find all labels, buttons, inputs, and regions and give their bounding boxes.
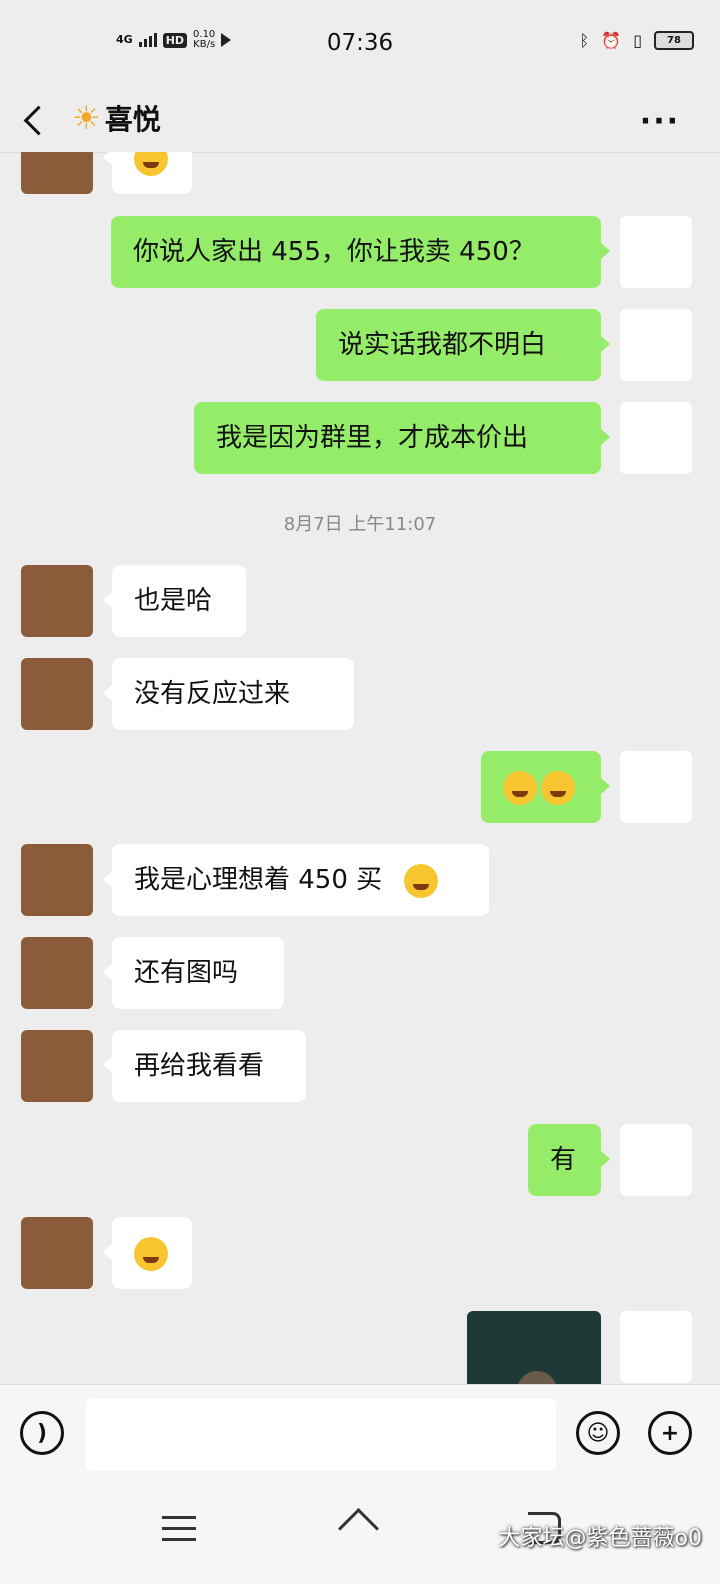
laughing-crying-emoji-icon xyxy=(541,770,575,805)
crying-emoji-icon xyxy=(134,152,168,176)
chat-list[interactable]: 你说人家出 455，你让我卖 450？ 说实话我都不明白 我是因为群里，才成本价… xyxy=(0,152,720,1384)
message-bubble-incoming[interactable]: 还有图吗 xyxy=(103,937,284,1009)
hand-over-mouth-emoji-icon xyxy=(134,1236,168,1271)
chat-title-text: 喜悦 xyxy=(104,103,161,136)
contact-avatar[interactable] xyxy=(21,658,93,730)
message-bubble-incoming[interactable]: 我是心理想着 450 买 xyxy=(103,844,489,916)
contact-avatar[interactable] xyxy=(21,937,93,1009)
back-button[interactable] xyxy=(22,104,48,134)
status-bar: 4G HD 0.10 KB/s 07:36 ᛒ ⏰ ▯ 78 xyxy=(0,0,720,86)
battery-icon: 78 xyxy=(654,31,694,50)
more-options-button[interactable]: ··· xyxy=(640,104,680,139)
message-input[interactable] xyxy=(86,1399,556,1471)
watermark: 大家坛@紫色蔷薇o0 xyxy=(498,1526,702,1551)
battery-level: 78 xyxy=(667,35,681,46)
message-bubble-incoming[interactable] xyxy=(103,1217,192,1289)
menu-nav-icon[interactable] xyxy=(162,1516,196,1549)
chat-header: ☀ 喜悦 ··· xyxy=(0,86,720,153)
chat-title: ☀ 喜悦 xyxy=(72,98,161,138)
my-avatar[interactable] xyxy=(620,402,692,474)
contact-avatar[interactable] xyxy=(21,1030,93,1102)
bluetooth-icon: ᛒ xyxy=(579,31,590,50)
message-bubble-incoming[interactable]: 也是哈 xyxy=(103,565,246,637)
message-bubble-outgoing[interactable] xyxy=(481,751,610,823)
add-button[interactable]: + xyxy=(648,1411,692,1455)
message-text: 我是心理想着 450 买 xyxy=(134,865,383,895)
message-bubble-incoming[interactable]: 再给我看看 xyxy=(103,1030,306,1102)
image-message[interactable] xyxy=(467,1311,601,1384)
contact-avatar[interactable] xyxy=(21,1217,93,1289)
my-avatar[interactable] xyxy=(620,751,692,823)
vibrate-icon: ▯ xyxy=(633,31,642,50)
status-right: ᛒ ⏰ ▯ 78 xyxy=(580,31,694,50)
alarm-icon: ⏰ xyxy=(601,31,622,50)
home-nav-icon[interactable] xyxy=(336,1514,380,1544)
hand-over-mouth-emoji-icon xyxy=(404,863,439,898)
message-bubble-incoming[interactable]: 没有反应过来 xyxy=(103,658,354,730)
voice-input-button[interactable]: ) xyxy=(20,1411,64,1455)
message-bubble-incoming[interactable] xyxy=(103,152,192,194)
contact-avatar[interactable] xyxy=(21,565,93,637)
message-bubble-outgoing[interactable]: 说实话我都不明白 xyxy=(316,309,610,381)
my-avatar[interactable] xyxy=(620,309,692,381)
my-avatar[interactable] xyxy=(620,1311,692,1383)
my-avatar[interactable] xyxy=(620,1124,692,1196)
my-avatar[interactable] xyxy=(620,216,692,288)
contact-avatar[interactable] xyxy=(21,152,93,194)
system-nav-bar: 大家坛@紫色蔷薇o0 xyxy=(0,1488,720,1584)
message-bubble-outgoing[interactable]: 你说人家出 455，你让我卖 450？ xyxy=(111,216,610,288)
message-bubble-outgoing[interactable]: 我是因为群里，才成本价出 xyxy=(194,402,610,474)
message-timestamp: 8月7日 上午11:07 xyxy=(283,514,437,535)
laughing-crying-emoji-icon xyxy=(503,770,537,805)
message-bubble-outgoing[interactable]: 有 xyxy=(528,1124,610,1196)
emoji-button[interactable]: ☺ xyxy=(576,1411,620,1455)
sun-icon: ☀ xyxy=(72,99,101,137)
contact-avatar[interactable] xyxy=(21,844,93,916)
input-bar: ) ☺ + xyxy=(0,1384,720,1489)
